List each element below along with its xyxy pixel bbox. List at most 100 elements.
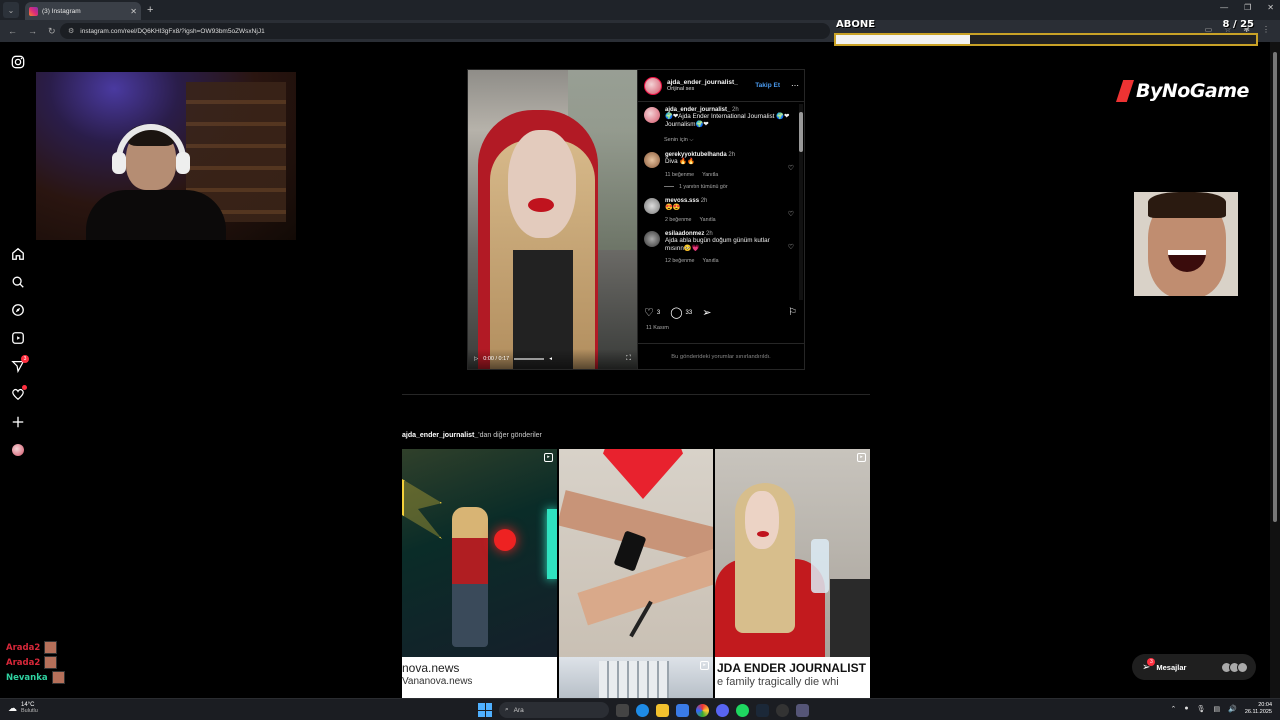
like-icon[interactable]: ♡ (644, 306, 654, 319)
steam-icon[interactable] (756, 703, 769, 717)
network-icon[interactable]: ▤ (1214, 705, 1221, 713)
more-posts-grid: ▸ ▸ nova.news Vananova.news ▸ JDA ENDER … (402, 449, 870, 698)
volume-icon[interactable]: 🔊 (1228, 705, 1237, 713)
system-clock[interactable]: 20:04 26.11.2025 (1245, 702, 1272, 716)
comment-reply-button[interactable]: Yanıtla (702, 172, 718, 178)
fullscreen-icon[interactable]: ⛶ (626, 355, 631, 363)
author-avatar[interactable] (644, 76, 662, 95)
commenter-avatar[interactable] (644, 197, 660, 214)
chrome-icon[interactable] (696, 703, 709, 717)
address-bar[interactable]: ⚙ instagram.com/reel/DQ6KHl3gFx8/?igsh=O… (60, 23, 830, 39)
comment-like-icon[interactable]: ♡ (788, 243, 794, 251)
comment-username[interactable]: esilaadonmez (665, 231, 704, 237)
scrollbar-thumb[interactable] (1273, 52, 1277, 522)
comment-icon[interactable]: ◯ (670, 306, 682, 319)
maximize-button[interactable]: ❐ (1244, 3, 1251, 12)
weather-widget[interactable]: ☁ 14°C Bulutlu (8, 702, 38, 714)
comment-likes[interactable]: 2 beğenme (665, 217, 692, 223)
post-thumbnail[interactable] (559, 449, 713, 657)
back-button[interactable]: ← (8, 26, 20, 36)
comment-like-icon[interactable]: ♡ (788, 164, 794, 172)
chat-emote (51, 671, 65, 684)
start-button[interactable] (478, 703, 492, 717)
tray-app-icon[interactable]: ● (1184, 705, 1188, 712)
reel-video[interactable]: ▷ 0:00 / 0:17 ◂ ⛶ (468, 70, 637, 369)
search-icon[interactable] (10, 274, 26, 290)
comment-sort-dropdown[interactable]: Senin için ⌵ (664, 137, 790, 144)
new-tab-button[interactable]: + (147, 4, 153, 16)
reels-icon[interactable] (10, 330, 26, 346)
messages-icon[interactable]: 3 (10, 355, 29, 374)
play-icon[interactable]: ▷ (474, 356, 478, 362)
messages-pill[interactable]: ➢ 3 Mesajlar (1132, 654, 1256, 680)
follow-button[interactable]: Takip Et (755, 82, 780, 89)
home-icon[interactable] (10, 246, 26, 262)
comment-item: gerekyyoktubelhanda 2h Diva 🔥🔥 11 beğenm… (644, 152, 794, 178)
caption-text: 🌍❤Ajda Ender International Journalist 🌍❤… (665, 113, 790, 129)
comment-like-icon[interactable]: ♡ (788, 210, 794, 218)
post-thumbnail[interactable]: nova.news Vananova.news (402, 657, 557, 698)
profile-icon[interactable] (10, 442, 26, 458)
clock-date: 26.11.2025 (1244, 708, 1272, 715)
notifications-icon[interactable] (10, 385, 27, 402)
thumb-building (599, 661, 669, 698)
commenter-avatar[interactable] (644, 230, 660, 247)
reload-button[interactable]: ↻ (48, 26, 60, 37)
task-view-icon[interactable] (616, 703, 629, 717)
explore-icon[interactable] (10, 302, 26, 318)
author-username[interactable]: ajda_ender_journalist_ (667, 79, 750, 86)
post-header: ajda_ender_journalist_ Orijinal ses Taki… (638, 70, 805, 102)
edge-icon[interactable] (636, 703, 649, 717)
site-info-icon[interactable]: ⚙ (68, 27, 74, 35)
comment-likes[interactable]: 12 beğenme (665, 258, 694, 264)
comment-reply-button[interactable]: Yanıtla (702, 258, 718, 264)
chat-line: Arada2 (6, 655, 65, 670)
sub-goal-fill (836, 35, 971, 44)
clock-time: 20:04 (1258, 702, 1272, 708)
discord-icon[interactable] (716, 703, 729, 717)
save-bookmark-icon[interactable]: ⚐ (788, 307, 797, 318)
close-window-button[interactable]: ✕ (1267, 3, 1274, 12)
comments-scrollbar[interactable] (799, 104, 803, 300)
comments-limited-notice: Bu gönderideki yorumlar sınırlandırıldı. (638, 343, 804, 369)
commenter-avatar[interactable] (644, 152, 660, 169)
forward-button[interactable]: → (28, 26, 40, 36)
chat-line: Arada2 (6, 640, 65, 655)
view-replies-link[interactable]: 1 yanıtın tümünü gör (664, 184, 790, 190)
app-icon[interactable] (796, 703, 809, 717)
close-tab-icon[interactable]: ✕ (130, 7, 137, 16)
sub-goal-bar (834, 33, 1258, 46)
comment-reply-button[interactable]: Yanıtla (700, 217, 716, 223)
video-progress-bar[interactable] (514, 358, 545, 360)
tray-chevron-icon[interactable]: ⌃ (1171, 705, 1177, 713)
post-thumbnail[interactable]: ▸ (559, 657, 713, 698)
post-thumbnail[interactable]: ▸ (715, 449, 870, 657)
post-thumbnail[interactable]: JDA ENDER JOURNALIST e family tragically… (715, 657, 870, 698)
more-posts-username[interactable]: ajda_ender_journalist_ (402, 432, 478, 439)
volume-icon[interactable]: ◂ (549, 356, 552, 362)
comment-likes[interactable]: 11 beğenme (665, 172, 694, 178)
share-icon[interactable]: ➢ (702, 306, 711, 319)
post-thumbnail[interactable]: ▸ (402, 449, 557, 657)
create-icon[interactable] (10, 414, 26, 430)
caption-avatar[interactable] (644, 107, 660, 123)
minimize-button[interactable]: — (1220, 3, 1228, 12)
tab-list-button[interactable]: ⌄ (3, 2, 19, 18)
windows-taskbar: ☁ 14°C Bulutlu ⌕ Ara ⌃ ● 🎙 ▤ 🔊 20:04 26.… (0, 698, 1280, 720)
video-red-lips (528, 198, 554, 212)
spotify-icon[interactable] (736, 703, 749, 717)
comment-username[interactable]: mevoss.sss (665, 198, 699, 204)
microphone-icon[interactable]: 🎙 (1197, 705, 1206, 713)
mail-icon[interactable] (676, 703, 689, 717)
browser-tab[interactable]: (3) Instagram ✕ (25, 2, 141, 20)
comments-scroll-thumb[interactable] (799, 112, 803, 152)
page-scrollbar[interactable] (1270, 42, 1280, 698)
instagram-icon[interactable] (10, 54, 26, 70)
audio-label[interactable]: Orijinal ses (667, 86, 750, 92)
obs-icon[interactable] (776, 703, 789, 717)
reel-icon: ▸ (544, 453, 553, 462)
menu-icon[interactable]: ⋮ (1262, 25, 1270, 34)
more-options-icon[interactable]: ⋯ (791, 81, 799, 90)
file-explorer-icon[interactable] (656, 703, 669, 717)
taskbar-search[interactable]: ⌕ Ara (499, 702, 609, 718)
